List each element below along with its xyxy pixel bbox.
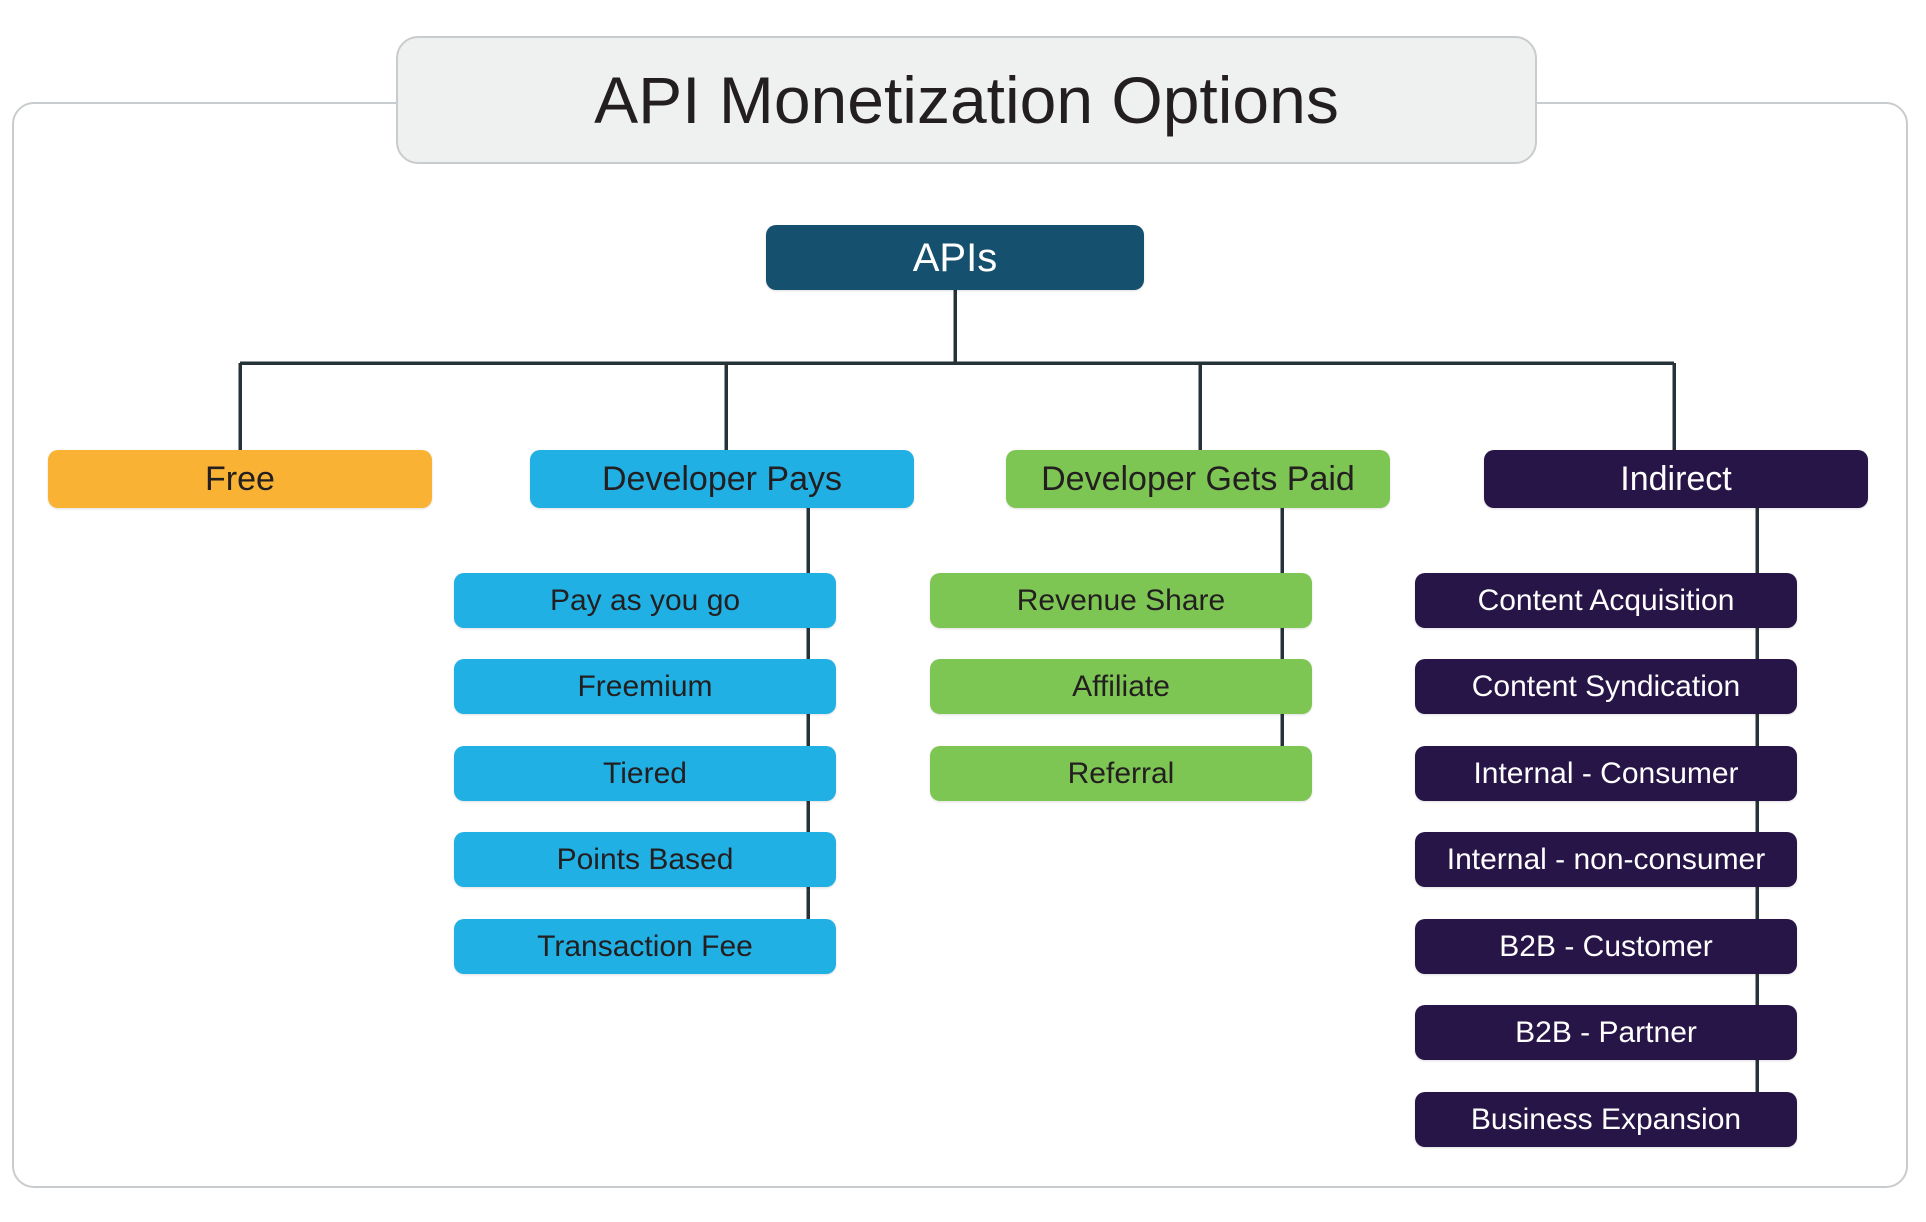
node-leaf-pay-as-you-go[interactable]: Pay as you go: [454, 573, 836, 628]
node-leaf-b2b-partner[interactable]: B2B - Partner: [1415, 1005, 1797, 1060]
node-root-apis[interactable]: APIs: [766, 225, 1144, 290]
node-leaf-content-acquisition[interactable]: Content Acquisition: [1415, 573, 1797, 628]
node-category-developer-gets-paid-label: Developer Gets Paid: [1041, 460, 1355, 498]
node-leaf-label: Content Syndication: [1471, 669, 1741, 703]
page-title: API Monetization Options: [594, 63, 1339, 137]
node-leaf-b2b-customer[interactable]: B2B - Customer: [1415, 919, 1797, 974]
node-leaf-label: Points Based: [556, 842, 734, 876]
node-category-free[interactable]: Free: [48, 450, 432, 508]
node-category-indirect-label: Indirect: [1620, 460, 1732, 498]
node-leaf-label: Affiliate: [1072, 669, 1170, 703]
node-leaf-content-syndication[interactable]: Content Syndication: [1415, 659, 1797, 714]
node-leaf-label: Internal - non-consumer: [1446, 842, 1766, 876]
node-leaf-label: B2B - Partner: [1515, 1015, 1697, 1049]
node-leaf-label: B2B - Customer: [1499, 929, 1713, 963]
node-category-developer-gets-paid[interactable]: Developer Gets Paid: [1006, 450, 1390, 508]
node-category-indirect[interactable]: Indirect: [1484, 450, 1868, 508]
node-leaf-business-expansion[interactable]: Business Expansion: [1415, 1092, 1797, 1147]
node-leaf-label: Content Acquisition: [1477, 583, 1735, 617]
node-leaf-label: Pay as you go: [549, 583, 741, 617]
node-root-apis-label: APIs: [912, 235, 998, 280]
node-leaf-affiliate[interactable]: Affiliate: [930, 659, 1312, 714]
node-leaf-transaction-fee[interactable]: Transaction Fee: [454, 919, 836, 974]
node-leaf-label: Revenue Share: [1016, 583, 1226, 617]
node-leaf-revenue-share[interactable]: Revenue Share: [930, 573, 1312, 628]
node-leaf-label: Business Expansion: [1470, 1102, 1742, 1136]
node-leaf-label: Internal - Consumer: [1473, 756, 1739, 790]
node-leaf-points-based[interactable]: Points Based: [454, 832, 836, 887]
node-leaf-internal-non-consumer[interactable]: Internal - non-consumer: [1415, 832, 1797, 887]
node-leaf-label: Referral: [1067, 756, 1175, 790]
node-category-developer-pays[interactable]: Developer Pays: [530, 450, 914, 508]
node-leaf-referral[interactable]: Referral: [930, 746, 1312, 801]
node-category-developer-pays-label: Developer Pays: [601, 460, 842, 498]
node-category-free-label: Free: [205, 460, 275, 498]
node-leaf-label: Freemium: [577, 669, 713, 703]
node-leaf-label: Transaction Fee: [537, 929, 753, 963]
diagram-title-card: API Monetization Options: [396, 36, 1537, 164]
node-leaf-internal-consumer[interactable]: Internal - Consumer: [1415, 746, 1797, 801]
node-leaf-label: Tiered: [603, 756, 687, 790]
node-leaf-freemium[interactable]: Freemium: [454, 659, 836, 714]
node-leaf-tiered[interactable]: Tiered: [454, 746, 836, 801]
